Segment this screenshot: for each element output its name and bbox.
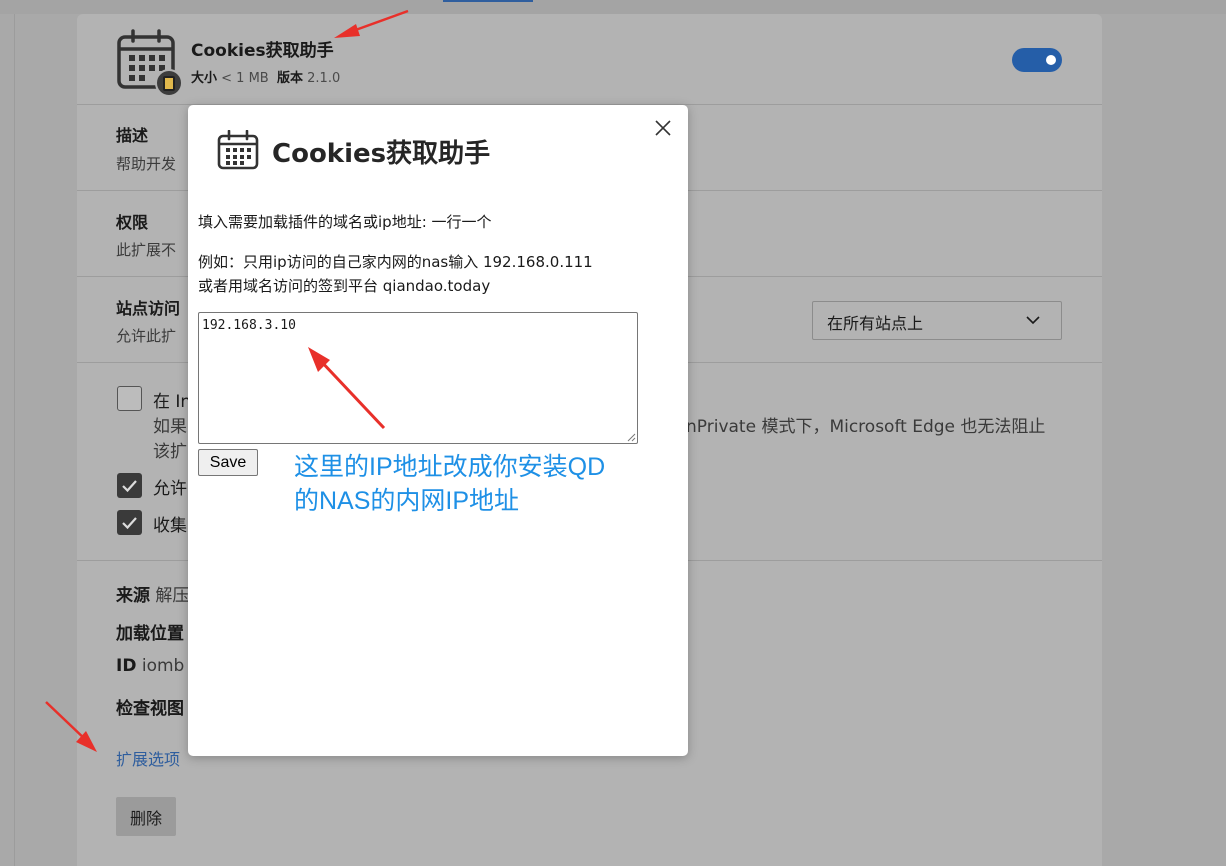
dialog-title: Cookies获取助手 [272,139,491,169]
id-row: ID iomb [116,656,184,676]
example-text-line2: 或者用域名访问的签到平台 qiandao.today [198,277,491,295]
collect-errors-label: 收集 [153,516,187,536]
close-icon[interactable] [654,119,672,137]
resize-grip-icon[interactable] [626,432,636,442]
top-bar [0,0,1226,14]
chevron-down-icon [1026,316,1040,325]
options-dialog: Cookies获取助手 填入需要加载插件的域名或ip地址: 一行一个 例如：只用… [188,105,688,756]
load-location-label: 加载位置 [116,624,184,644]
file-url-label: 允许 [153,479,187,499]
extension-name: Cookies获取助手 [191,41,334,61]
source-value: 解压 [155,586,190,606]
size-label: 大小 [191,71,218,86]
example-text-line1: 例如：只用ip访问的自己家内网的nas输入 192.168.0.111 [198,253,593,271]
file-url-checkbox[interactable] [117,473,142,498]
inprivate-desc-continued: nPrivate 模式下，Microsoft Edge 也无法阻止 [686,417,1046,437]
checkmark-icon [122,479,137,492]
version-label: 版本 [277,71,304,86]
site-access-select[interactable]: 在所有站点上 [812,301,1062,340]
instruction-text: 填入需要加载插件的域名或ip地址: 一行一个 [198,213,492,231]
size-value: < 1 MB [221,71,269,86]
save-button[interactable]: Save [198,449,258,476]
inprivate-label: 在 In [153,392,192,412]
description-title: 描述 [116,126,149,145]
unpacked-badge-icon [155,69,183,97]
source-row: 来源 解压 [116,581,189,606]
inspect-views-row: 检查视图 [116,694,184,719]
inprivate-desc-line1: 如果 [153,417,187,437]
source-label: 来源 [116,586,150,606]
permissions-text: 此扩展不 [116,241,177,259]
load-location-row: 加载位置 [116,619,184,644]
inprivate-desc-line2: 该扩 [153,442,187,462]
domains-textarea[interactable]: 192.168.3.10 [198,312,638,444]
site-access-select-value: 在所有站点上 [827,314,924,333]
description-text: 帮助开发 [116,155,177,173]
collect-errors-checkbox[interactable] [117,510,142,535]
inprivate-checkbox[interactable] [117,386,142,411]
inspect-views-label: 检查视图 [116,699,184,719]
toggle-knob [1046,55,1056,65]
id-label: ID [116,656,137,676]
id-value: iomb [141,656,185,676]
permissions-title: 权限 [116,213,149,232]
calendar-icon [217,130,259,170]
enable-toggle[interactable] [1012,48,1062,72]
site-access-title: 站点访问 [116,299,181,318]
checkmark-icon [122,516,137,529]
annotation-text-line1: 这里的IP地址改成你安装QD [294,453,606,481]
extension-meta: 大小 < 1 MB 版本 2.1.0 [191,67,340,86]
site-access-text: 允许此扩 [116,327,177,345]
sidebar-divider [14,14,15,866]
version-value: 2.1.0 [307,71,341,86]
remove-button[interactable]: 删除 [116,797,176,836]
top-tab-indicator [443,0,533,2]
annotation-text-line2: 的NAS的内网IP地址 [294,487,520,515]
extension-options-link[interactable]: 扩展选项 [116,746,180,770]
